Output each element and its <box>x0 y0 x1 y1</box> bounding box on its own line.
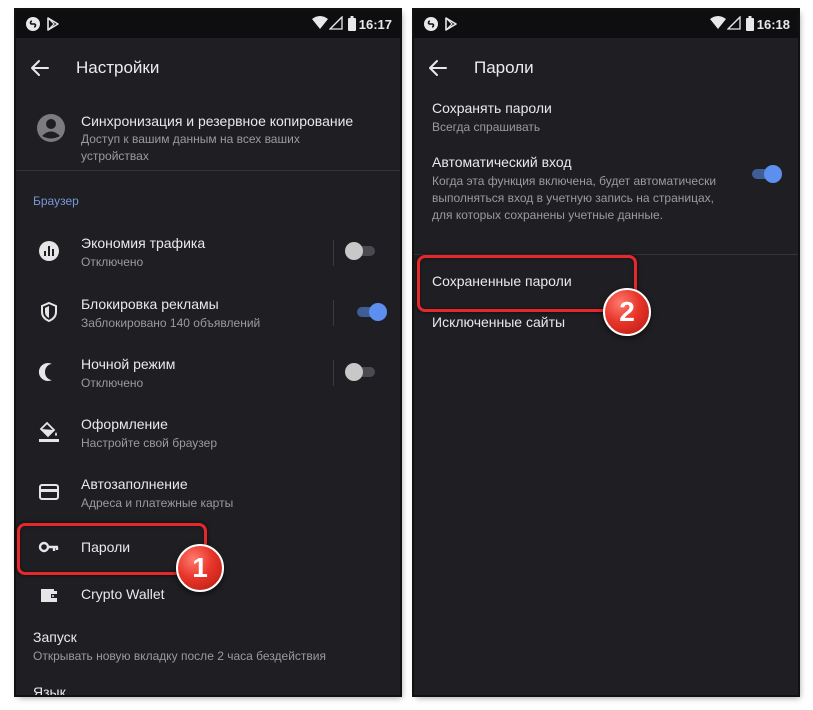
startup-item[interactable]: Запуск Открывать новую вкладку после 2 ч… <box>16 625 400 669</box>
account-icon <box>37 114 65 142</box>
shazam-icon <box>424 17 438 31</box>
excluded-sites-label: Исключенные сайты <box>432 314 566 330</box>
wallet-icon <box>41 589 57 602</box>
startup-title: Запуск <box>33 629 77 645</box>
step-badge-2: 2 <box>603 288 651 336</box>
shield-icon <box>41 301 57 323</box>
item-subtitle: Заблокировано 140 объявлений <box>81 316 261 330</box>
night-mode-item[interactable]: Ночной режим Отключено <box>16 351 400 405</box>
item-subtitle: Отключено <box>81 376 144 390</box>
status-bar: 16:17 <box>16 10 400 38</box>
wifi-icon <box>312 16 328 29</box>
paint-bucket-icon <box>39 421 59 442</box>
item-subtitle: Отключено <box>81 255 144 269</box>
signal-icon <box>329 16 343 30</box>
battery-icon <box>746 16 754 31</box>
item-subtitle: Настройте свой браузер <box>81 436 218 450</box>
signal-icon <box>727 16 741 30</box>
ad-block-item[interactable]: Блокировка рекламы Заблокировано 140 объ… <box>16 291 400 345</box>
save-passwords-title: Сохранять пароли <box>432 100 552 116</box>
sync-backup-item[interactable]: Синхронизация и резервное копирование До… <box>16 102 400 168</box>
item-label: Оформление <box>81 416 168 432</box>
autofill-item[interactable]: Автозаполнение Адреса и платежные карты <box>16 471 400 525</box>
play-store-icon <box>445 17 457 31</box>
item-label: Экономия трафика <box>81 235 206 251</box>
language-title: Язык <box>33 684 66 695</box>
shazam-icon <box>26 17 40 31</box>
status-time: 16:18 <box>756 17 790 32</box>
divider <box>333 240 334 266</box>
auto-login-subtitle: Когда эта функция включена, будет автома… <box>432 174 717 222</box>
sync-title: Синхронизация и резервное копирование <box>81 113 354 129</box>
traffic-saving-toggle[interactable] <box>345 242 377 260</box>
auto-login-title: Автоматический вход <box>432 154 572 170</box>
item-label: Crypto Wallet <box>81 586 165 602</box>
back-arrow-icon[interactable] <box>30 58 50 78</box>
passwords-screen: 16:18 Пароли Сохранять пароли Всегда спр… <box>414 10 798 695</box>
play-store-icon <box>47 17 59 31</box>
back-arrow-icon[interactable] <box>428 58 448 78</box>
status-bar: 16:18 <box>414 10 798 38</box>
status-time: 16:17 <box>358 17 392 32</box>
wifi-icon <box>710 16 726 29</box>
traffic-chart-icon <box>39 241 59 261</box>
sync-subtitle: Доступ к вашим данным на всех ваших устр… <box>81 132 300 163</box>
moon-icon <box>38 363 52 381</box>
traffic-saving-item[interactable]: Экономия трафика Отключено <box>16 230 400 284</box>
divider <box>333 300 334 326</box>
item-label: Автозаполнение <box>81 476 188 492</box>
auto-login-toggle[interactable] <box>750 165 782 183</box>
ad-block-toggle[interactable] <box>355 303 387 321</box>
night-mode-toggle[interactable] <box>345 363 377 381</box>
credit-card-icon <box>39 484 59 500</box>
page-title: Настройки <box>76 58 160 77</box>
item-label: Блокировка рекламы <box>81 296 219 312</box>
save-passwords-item[interactable]: Сохранять пароли Всегда спрашивать <box>414 98 798 142</box>
startup-subtitle: Открывать новую вкладку после 2 часа без… <box>33 649 326 663</box>
section-label-browser: Браузер <box>33 194 79 208</box>
settings-screen: 16:17 Настройки Синхронизация и резервно… <box>16 10 400 695</box>
battery-icon <box>348 16 356 31</box>
divider <box>333 360 334 386</box>
item-subtitle: Адреса и платежные карты <box>81 496 234 510</box>
language-item[interactable]: Язык <box>16 678 400 695</box>
divider <box>16 170 400 171</box>
save-passwords-subtitle: Всегда спрашивать <box>432 120 541 134</box>
auto-login-item[interactable]: Автоматический вход Когда эта функция вк… <box>414 152 798 242</box>
step-badge-1: 1 <box>176 544 224 592</box>
app-bar: Пароли <box>414 38 798 98</box>
page-title: Пароли <box>474 58 534 77</box>
app-bar: Настройки <box>16 38 400 98</box>
item-label: Ночной режим <box>81 356 176 372</box>
appearance-item[interactable]: Оформление Настройте свой браузер <box>16 411 400 465</box>
